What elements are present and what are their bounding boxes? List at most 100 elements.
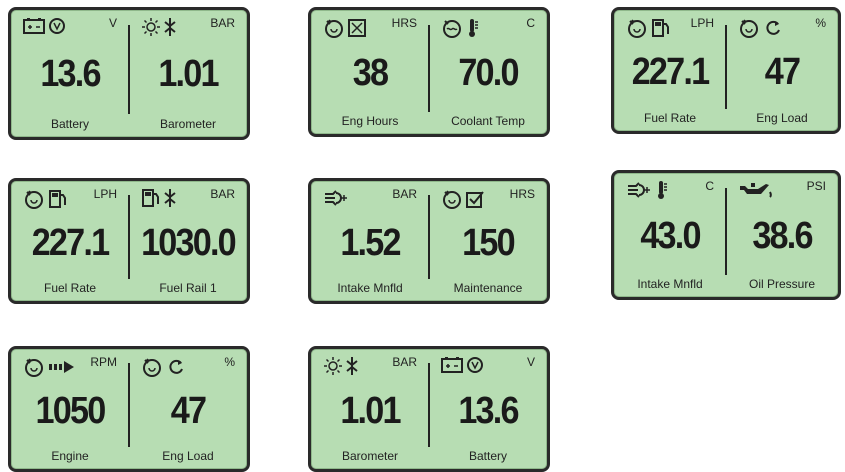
- gauge-panel-barometer-battery[interactable]: BAR 1.01 Barometer V 13.6 Battery: [308, 346, 550, 472]
- gauge-panel-fuelrate-engload[interactable]: LPH 227.1 Fuel Rate % 47 Eng Load: [611, 7, 841, 134]
- gauge-value: 1050: [35, 389, 107, 432]
- engine-icon: [141, 356, 163, 378]
- sun-icon: [141, 17, 161, 37]
- gauge-label: Coolant Temp: [451, 114, 525, 128]
- gauge-panel-intake-maintenance[interactable]: BAR 1.52 Intake Mnfld HRS 150 Maintenance: [308, 178, 550, 304]
- gauge-icons: [738, 180, 774, 200]
- gauge-label: Intake Mnfld: [337, 281, 403, 295]
- gauge-value: 13.6: [458, 389, 519, 432]
- gauge-unit: BAR: [392, 187, 417, 201]
- gauge-panel-intake-oilpressure[interactable]: C 43.0 Intake Mnfld PSI 38.6 Oil Pressure: [611, 170, 841, 300]
- sun-icon: [323, 356, 343, 376]
- gauge-eng-hours: HRS 38 Eng Hours: [311, 10, 429, 134]
- gauge-maintenance: HRS 150 Maintenance: [429, 181, 547, 301]
- gauge-icons: [323, 17, 366, 39]
- gauge-intake-manifold-temp: C 43.0 Intake Mnfld: [614, 173, 726, 297]
- gauge-label: Eng Load: [756, 111, 808, 125]
- engine-icon: [23, 188, 45, 210]
- gauge-value: 47: [764, 51, 801, 94]
- engine-icon: [626, 17, 648, 39]
- gauge-unit: BAR: [392, 355, 417, 369]
- gauge-unit: LPH: [93, 187, 117, 201]
- gauge-panel-battery-barometer[interactable]: V 13.6 Battery BAR 1.01 Barometer: [8, 7, 250, 140]
- gauge-icons: [23, 188, 68, 210]
- intake-manifold-icon: [626, 180, 652, 200]
- alternator-icon: [48, 17, 66, 35]
- gauge-panel-hours-coolant[interactable]: HRS 38 Eng Hours C 70.0 Coolant Temp: [308, 7, 550, 137]
- gauge-label: Oil Pressure: [748, 277, 816, 291]
- gauge-icons: [323, 188, 349, 208]
- gauge-icons: [23, 356, 76, 378]
- gauge-value: 227.1: [631, 51, 710, 94]
- gauge-unit: %: [815, 16, 826, 30]
- gauge-fuel-rate: LPH 227.1 Fuel Rate: [614, 10, 726, 131]
- gauge-value: 70.0: [458, 52, 519, 95]
- gauge-label: Eng Hours: [341, 114, 399, 128]
- thermometer-icon: [466, 18, 480, 38]
- engine-icon: [323, 17, 345, 39]
- gauge-label: Battery: [468, 449, 507, 463]
- gauge-unit: C: [705, 179, 714, 193]
- gauge-unit: LPH: [690, 16, 714, 30]
- engine-icon: [23, 356, 45, 378]
- thermometer-icon: [655, 180, 669, 200]
- gauge-label: Barometer: [159, 117, 217, 131]
- gauge-value: 1.01: [158, 53, 219, 96]
- gauge-fuel-rate: LPH 227.1 Fuel Rate: [11, 181, 129, 301]
- gauge-label: Fuel Rail 1: [159, 281, 217, 295]
- gauge-icons: [141, 188, 176, 208]
- gauge-icons: [626, 17, 671, 39]
- gauge-value: 1.01: [340, 389, 401, 432]
- gauge-icons: [23, 17, 66, 35]
- gauge-eng-load: % 47 Eng Load: [726, 10, 838, 131]
- gauge-oil-pressure: PSI 38.6 Oil Pressure: [726, 173, 838, 297]
- pressure-icon: [164, 17, 176, 37]
- pressure-icon: [346, 356, 358, 376]
- hourglass-icon: [348, 19, 366, 37]
- gauge-icons: [626, 180, 669, 200]
- gauge-icons: [441, 188, 484, 210]
- fuel-pump-icon: [651, 18, 671, 38]
- gauge-label: Maintenance: [453, 281, 523, 295]
- gauge-unit: V: [108, 16, 117, 30]
- gauge-value: 150: [462, 221, 515, 264]
- gauge-unit: C: [526, 16, 535, 30]
- gauge-label: Eng Load: [162, 449, 214, 463]
- gauge-icons: [441, 17, 480, 39]
- refresh-icon: [166, 357, 186, 377]
- gauge-barometer: BAR 1.01 Barometer: [129, 10, 247, 137]
- gauge-panel-engine-engload[interactable]: RPM 1050 Engine % 47 Eng Load: [8, 346, 250, 472]
- gauge-value: 227.1: [31, 221, 110, 264]
- pressure-icon: [164, 188, 176, 208]
- gauge-panel-fuelrate-fuelrail[interactable]: LPH 227.1 Fuel Rate BAR 1030.0 Fuel Rail 1: [8, 178, 250, 304]
- gauge-label: Battery: [50, 117, 89, 131]
- gauge-engine-rpm: RPM 1050 Engine: [11, 349, 129, 469]
- gauge-unit: BAR: [210, 187, 235, 201]
- gauge-value: 1.52: [340, 221, 401, 264]
- fuel-pump-icon: [48, 189, 68, 209]
- alternator-icon: [466, 356, 484, 374]
- gauge-value: 38.6: [752, 215, 813, 258]
- gauge-intake-manifold: BAR 1.52 Intake Mnfld: [311, 181, 429, 301]
- gauge-eng-load: % 47 Eng Load: [129, 349, 247, 469]
- gauge-label: Engine: [51, 449, 89, 463]
- gauge-unit: RPM: [90, 355, 117, 369]
- gauge-unit: PSI: [806, 179, 826, 193]
- gauge-icons: [141, 17, 176, 37]
- gauge-value: 43.0: [640, 215, 701, 258]
- intake-manifold-icon: [323, 188, 349, 208]
- arrow-right-icon: [48, 360, 76, 374]
- gauge-unit: HRS: [391, 16, 417, 30]
- gauge-unit: HRS: [509, 187, 535, 201]
- gauge-label: Fuel Rate: [643, 111, 697, 125]
- gauge-icons: [323, 356, 358, 376]
- battery-icon: [23, 17, 45, 35]
- gauge-unit: %: [224, 355, 235, 369]
- gauge-coolant-temp: C 70.0 Coolant Temp: [429, 10, 547, 134]
- engine-icon: [738, 17, 760, 39]
- coolant-icon: [441, 17, 463, 39]
- gauge-label: Barometer: [341, 449, 399, 463]
- gauge-value: 47: [170, 389, 207, 432]
- gauge-icons: [141, 356, 186, 378]
- refresh-icon: [763, 18, 783, 38]
